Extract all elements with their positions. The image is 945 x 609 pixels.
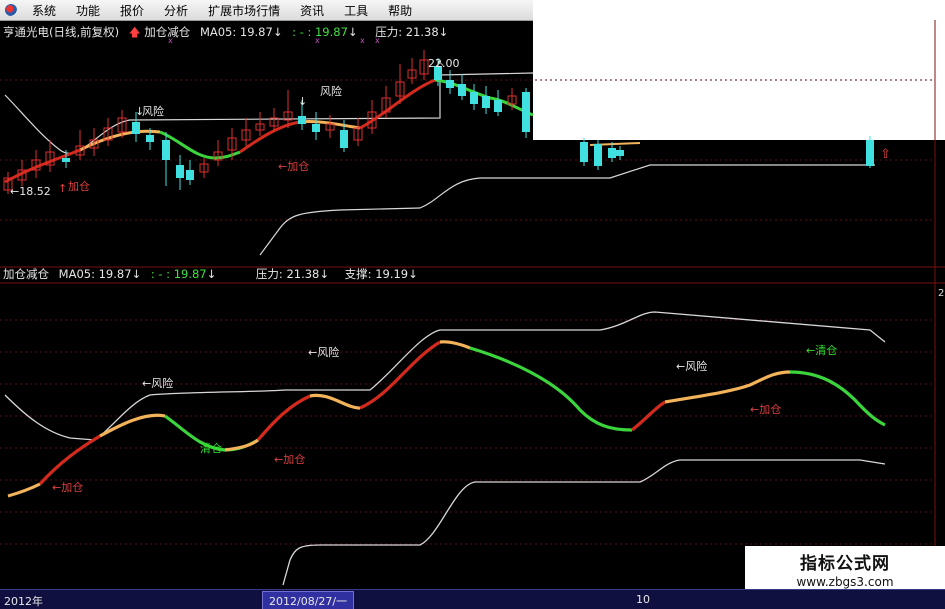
bottom-support-arrow-icon: ↓	[408, 267, 418, 281]
candle-body	[482, 96, 490, 108]
top-annotation-risk-2: 风险	[320, 85, 342, 98]
candle-body	[176, 165, 184, 178]
bottom-ma-orange-4	[309, 393, 361, 410]
down-arrow-icon: ↓	[298, 95, 307, 108]
top-lower-band	[259, 164, 875, 256]
candle-body	[866, 140, 874, 166]
bottom-ma-orange-5	[439, 340, 471, 350]
bottom-annotation-clear-2: ←清仓	[806, 344, 838, 357]
right-axis-label: 2	[938, 288, 945, 299]
watermark-url: www.zbgs3.com	[796, 575, 894, 589]
candle-body	[298, 116, 306, 124]
status-bar: 2012年 2012/08/27/一 10	[0, 589, 945, 609]
bottom-annotation-risk-2: ←风险	[308, 346, 340, 359]
candlesticks	[3, 50, 874, 194]
bottom-annotation-add-1: ←加仓	[52, 481, 84, 494]
bottom-dots-value: : - : 19.87	[150, 267, 207, 281]
candle-body	[132, 122, 140, 134]
bottom-ma-red-1	[38, 434, 101, 486]
bottom-indicator-header: 加仓减仓 MA05: 19.87↓ : - : 19.87↓ 压力: 21.38…	[3, 266, 418, 282]
watermark: 指标公式网 www.zbgs3.com	[745, 546, 945, 589]
svg-text:x: x	[375, 36, 380, 45]
bottom-annotation-clear-1: 清仓	[200, 442, 222, 455]
top-annotation-risk-1: 风险	[142, 105, 164, 118]
bottom-pressure-value: 压力: 21.38	[255, 267, 320, 281]
bottom-ma-orange-6	[664, 370, 791, 404]
candle-body	[580, 142, 588, 162]
status-date-cursor[interactable]: 2012/08/27/一	[262, 591, 355, 609]
top-annotation-add-1: 加仓	[68, 180, 90, 193]
candle-body	[594, 144, 602, 166]
bottom-dots-arrow-icon: ↓	[206, 267, 217, 281]
watermark-title: 指标公式网	[800, 554, 890, 574]
low-price-label: ←18.52	[10, 185, 51, 198]
candle-body	[446, 80, 454, 88]
grid-lines	[0, 79, 935, 545]
bottom-ma-green-3	[789, 370, 886, 427]
chart-canvas[interactable]: ↑ ↓ ↓ ⇧ ↖ x x x x	[0, 0, 945, 609]
top-ma-red-3	[359, 78, 436, 130]
candle-body	[312, 124, 320, 132]
bottom-annotation-risk-1: ←风险	[142, 377, 174, 390]
bottom-ma-red-2	[256, 394, 311, 442]
bottom-ma-orange-1	[7, 482, 41, 498]
left-arrow-icon: ←	[278, 160, 288, 173]
bottom-support-value: 支撑: 19.19	[344, 267, 409, 281]
status-year: 2012年	[4, 595, 43, 608]
candle-body	[522, 92, 530, 132]
bottom-ma05-value: MA05: 19.87	[58, 267, 132, 281]
candle-body	[186, 170, 194, 180]
bottom-annotation-add-2: ←加仓	[274, 453, 306, 466]
candle-body	[458, 84, 466, 96]
candle-body	[62, 158, 70, 162]
candle-body	[608, 148, 616, 158]
candle-body	[470, 92, 478, 104]
candle-body	[146, 135, 154, 142]
candle-body	[162, 140, 170, 160]
top-annotation-add-2: ←加仓	[278, 160, 310, 173]
candle-body	[494, 100, 502, 112]
svg-text:x: x	[360, 36, 365, 45]
up-arrow-icon: ⇧	[880, 147, 891, 162]
add-arrow-icon: ↑	[58, 182, 67, 195]
trading-terminal: 系统 功能 报价 分析 扩展市场行情 资讯 工具 帮助 亨通光电(日线,前复权)…	[0, 0, 945, 609]
candle-body	[340, 130, 348, 148]
bottom-ma-orange-3	[224, 438, 259, 452]
bottom-ma-orange-2	[99, 413, 166, 438]
left-arrow-icon: ←	[10, 185, 20, 198]
pink-markers: x x x x	[168, 36, 380, 45]
svg-text:x: x	[168, 36, 173, 45]
bottom-annotation-risk-3: ←风险	[676, 360, 708, 373]
bottom-ma-green-2	[469, 346, 633, 432]
bottom-upper-band	[4, 311, 886, 441]
bottom-indicator-name: 加仓减仓	[3, 267, 49, 281]
candle-body	[616, 150, 624, 156]
status-month-tick: 10	[636, 593, 650, 606]
svg-text:x: x	[315, 36, 320, 45]
bottom-ma05-arrow-icon: ↓	[131, 267, 142, 281]
bottom-annotation-add-3: ←加仓	[750, 403, 782, 416]
high-price-label: 22.00	[428, 57, 460, 70]
bottom-pressure-arrow-icon: ↓	[319, 267, 330, 281]
